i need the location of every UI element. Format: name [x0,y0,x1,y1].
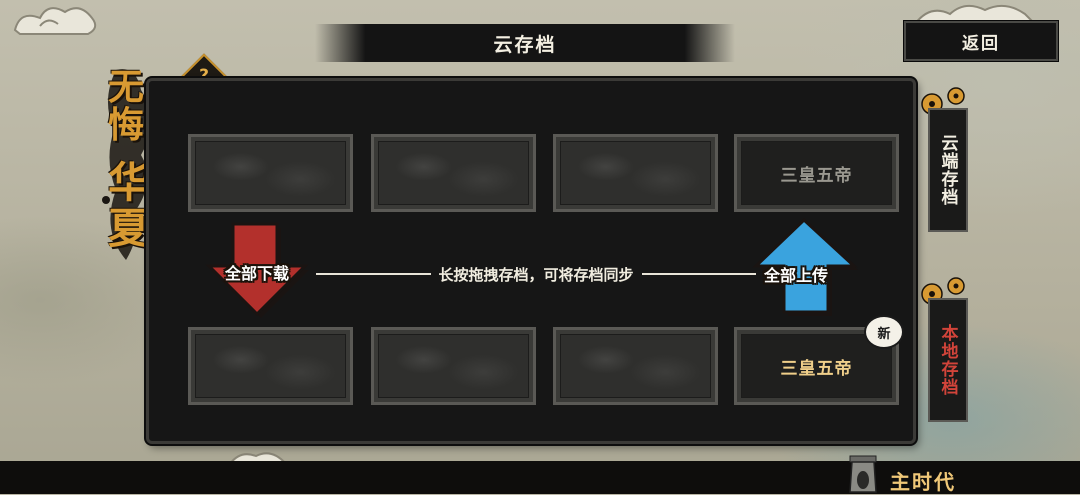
local-save-slot[interactable] [188,327,353,405]
local-save-slot[interactable] [553,327,718,405]
tab-cloud-saves-label: 云端存档 [937,134,958,206]
divider [641,273,757,275]
slot-name: 三皇五帝 [780,358,853,379]
cloud-save-slot[interactable] [371,134,536,212]
page-title: 云存档 [493,33,557,56]
cloud-decoration-icon [13,7,97,35]
cloud-save-slot[interactable] [553,134,718,212]
slot-name: 三皇五帝 [780,165,853,186]
page-title-banner: 云存档 [315,24,735,62]
tab-local-saves-label: 本地存档 [937,324,958,396]
tab-cloud-saves[interactable]: 云端存档 [928,108,968,232]
download-all-button[interactable]: 全部下载 [205,222,320,322]
back-button[interactable]: 返回 [903,20,1059,62]
current-era-label[interactable]: 主时代 [890,466,956,495]
divider [316,273,431,275]
upload-all-label: 全部上传 [764,266,829,285]
tab-local-saves[interactable]: 本地存档 [928,298,968,422]
upload-all-button[interactable]: 全部上传 [752,218,862,318]
sync-instruction-text: 长按拖拽存档，可将存档同步 [438,265,634,284]
download-all-label: 全部下载 [225,264,290,283]
cloud-save-slot[interactable]: 三皇五帝 [734,134,899,212]
sync-instruction: 长按拖拽存档，可将存档同步 [316,262,757,286]
bell-icon [849,455,877,493]
new-badge: 新 [864,315,904,349]
local-save-slot[interactable] [371,327,536,405]
cloud-save-slot[interactable] [188,134,353,212]
